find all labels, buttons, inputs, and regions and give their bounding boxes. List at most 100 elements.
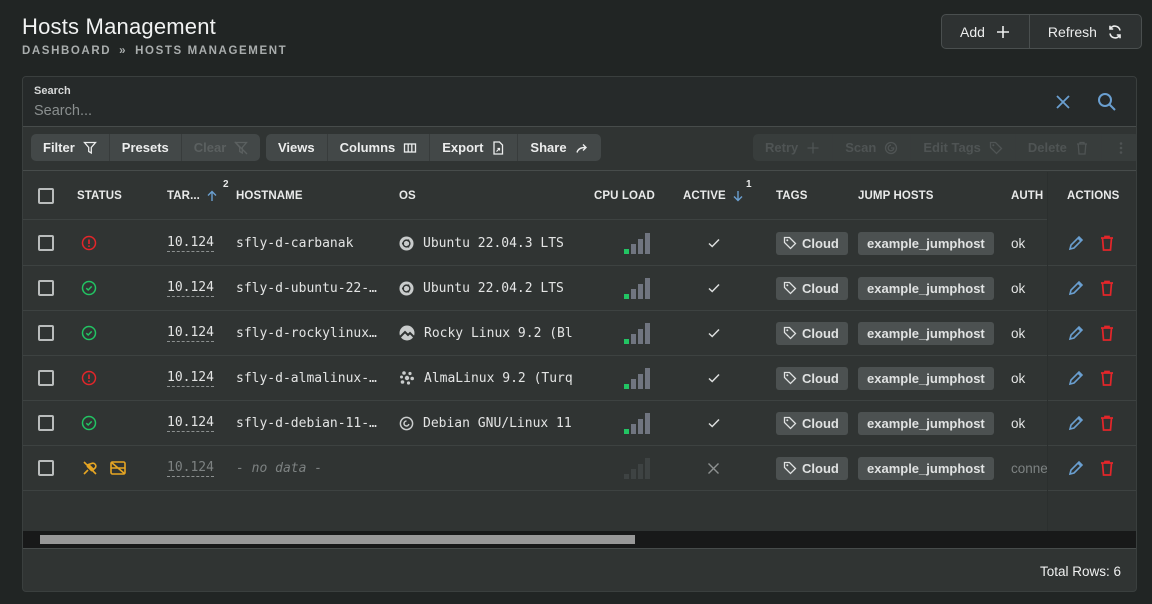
os-cell: Rocky Linux 9.2 (Bl [399, 311, 573, 355]
views-button[interactable]: Views [266, 134, 327, 161]
ok-status-icon [81, 280, 97, 296]
table-row[interactable]: 10.124 sfly-d-debian-11-… Debian GNU/Lin… [23, 401, 1136, 446]
add-button[interactable]: Add [942, 15, 1029, 48]
target-ip-link[interactable]: 10.124 [167, 280, 214, 297]
tag-chip[interactable]: Cloud [776, 276, 848, 300]
cpu-load-bar [631, 379, 636, 389]
tag-chip[interactable]: Cloud [776, 231, 848, 255]
more-actions-button[interactable] [1100, 134, 1136, 161]
tag-chip[interactable]: Cloud [776, 366, 848, 390]
column-header-hostname[interactable]: HOSTNAME [236, 172, 303, 220]
column-header-cpu-load[interactable]: CPU LOAD [594, 172, 655, 220]
row-checkbox[interactable] [38, 325, 54, 341]
edit-pencil-icon[interactable] [1067, 459, 1085, 477]
target-ip-link[interactable]: 10.124 [167, 415, 214, 432]
presets-button[interactable]: Presets [108, 134, 181, 161]
export-button[interactable]: Export [429, 134, 517, 161]
jump-host-chip[interactable]: example_jumphost [858, 321, 994, 345]
tag-chip[interactable]: Cloud [776, 321, 848, 345]
tag-icon [783, 461, 797, 475]
target-header-label: TAR... [167, 190, 200, 202]
table-row[interactable]: 10.124 sfly-d-almalinux-… AlmaLinux 9.2 … [23, 356, 1136, 401]
delete-trash-icon[interactable] [1098, 369, 1116, 387]
scan-button[interactable]: Scan [832, 134, 910, 161]
edit-pencil-icon[interactable] [1067, 234, 1085, 252]
edit-pencil-icon[interactable] [1067, 279, 1085, 297]
os-text: Ubuntu 22.04.2 LTS [423, 280, 564, 296]
auth-text: ok [1011, 415, 1026, 431]
jump-host-chip[interactable]: example_jumphost [858, 276, 994, 300]
cpu-load-bar [638, 284, 643, 299]
columns-button[interactable]: Columns [326, 134, 430, 161]
edit-pencil-icon[interactable] [1067, 369, 1085, 387]
breadcrumb-dashboard[interactable]: DASHBOARD [22, 45, 111, 57]
edit-tags-button[interactable]: Edit Tags [910, 134, 1015, 161]
target-ip-link[interactable]: 10.124 [167, 370, 214, 387]
search-icon[interactable] [1097, 92, 1117, 112]
filter-button[interactable]: Filter [31, 134, 109, 161]
select-all-checkbox[interactable] [38, 188, 54, 204]
delete-trash-icon[interactable] [1098, 234, 1116, 252]
delete-trash-icon[interactable] [1098, 414, 1116, 432]
tag-chip[interactable]: Cloud [776, 411, 848, 435]
column-header-target[interactable]: TAR... [167, 172, 218, 220]
delete-trash-icon[interactable] [1098, 279, 1116, 297]
retry-label: Retry [765, 140, 799, 155]
row-checkbox[interactable] [38, 460, 54, 476]
column-header-active[interactable]: ACTIVE [683, 172, 744, 220]
target-ip-link[interactable]: 10.124 [167, 235, 214, 252]
target-cell: 10.124 [167, 266, 214, 310]
cpu-load-bar [645, 368, 650, 389]
top-actions: Add Refresh [941, 14, 1142, 49]
table-row[interactable]: 10.124 sfly-d-carbanak Ubuntu 22.04.3 LT… [23, 221, 1136, 266]
column-header-jump-hosts[interactable]: JUMP HOSTS [858, 172, 934, 220]
jump-host-chip[interactable]: example_jumphost [858, 456, 994, 480]
column-header-tags[interactable]: TAGS [776, 172, 808, 220]
sort-descending-icon[interactable] [732, 190, 744, 202]
active-header-label: ACTIVE [683, 190, 726, 202]
clear-filter-button[interactable]: Clear [180, 134, 261, 161]
row-checkbox[interactable] [38, 370, 54, 386]
ubuntu-logo-icon [399, 280, 414, 296]
active-cell [707, 446, 720, 490]
edit-pencil-icon[interactable] [1067, 324, 1085, 342]
delete-trash-icon[interactable] [1098, 459, 1116, 477]
jump-host-chip[interactable]: example_jumphost [858, 231, 994, 255]
row-checkbox[interactable] [38, 415, 54, 431]
horizontal-scrollbar[interactable] [23, 531, 1136, 548]
active-cell [707, 356, 721, 400]
search-input[interactable] [34, 102, 934, 120]
jump-host-chip[interactable]: example_jumphost [858, 411, 994, 435]
inactive-x-icon [708, 462, 719, 474]
horizontal-scrollbar-thumb[interactable] [40, 535, 635, 544]
jump-host-chip[interactable]: example_jumphost [858, 366, 994, 390]
column-header-os[interactable]: OS [399, 172, 416, 220]
os-cell: Ubuntu 22.04.2 LTS [399, 266, 564, 310]
active-cell [707, 401, 721, 445]
filter-clear-icon [234, 141, 249, 154]
target-ip-link[interactable]: 10.124 [167, 325, 214, 342]
table-row[interactable]: 10.124 sfly-d-ubuntu-22-… Ubuntu 22.04.2… [23, 266, 1136, 311]
edit-pencil-icon[interactable] [1067, 414, 1085, 432]
export-file-icon [493, 140, 504, 155]
retry-button[interactable]: Retry [753, 134, 832, 161]
row-checkbox[interactable] [38, 280, 54, 296]
cpu-load-indicator [624, 232, 650, 254]
share-button[interactable]: Share [517, 134, 600, 161]
clear-label: Clear [193, 140, 227, 155]
table-row[interactable]: 10.124 sfly-d-rockylinux… Rocky Linux 9.… [23, 311, 1136, 356]
status-cell [81, 266, 97, 310]
column-header-auth[interactable]: AUTH : [1011, 172, 1051, 220]
tag-chip[interactable]: Cloud [776, 456, 848, 480]
delete-button[interactable]: Delete [1014, 134, 1101, 161]
clear-search-icon[interactable] [1055, 94, 1071, 110]
delete-trash-icon[interactable] [1098, 324, 1116, 342]
row-checkbox[interactable] [38, 235, 54, 251]
refresh-button[interactable]: Refresh [1028, 15, 1141, 48]
auth-text: conne [1011, 460, 1048, 476]
sort-ascending-icon[interactable] [206, 190, 218, 202]
target-ip-link[interactable]: 10.124 [167, 460, 214, 477]
cpu-load-bar [631, 244, 636, 254]
table-row[interactable]: 10.124 - no data - Cloud example_jumphos… [23, 446, 1136, 491]
column-header-status[interactable]: STATUS [77, 172, 122, 220]
